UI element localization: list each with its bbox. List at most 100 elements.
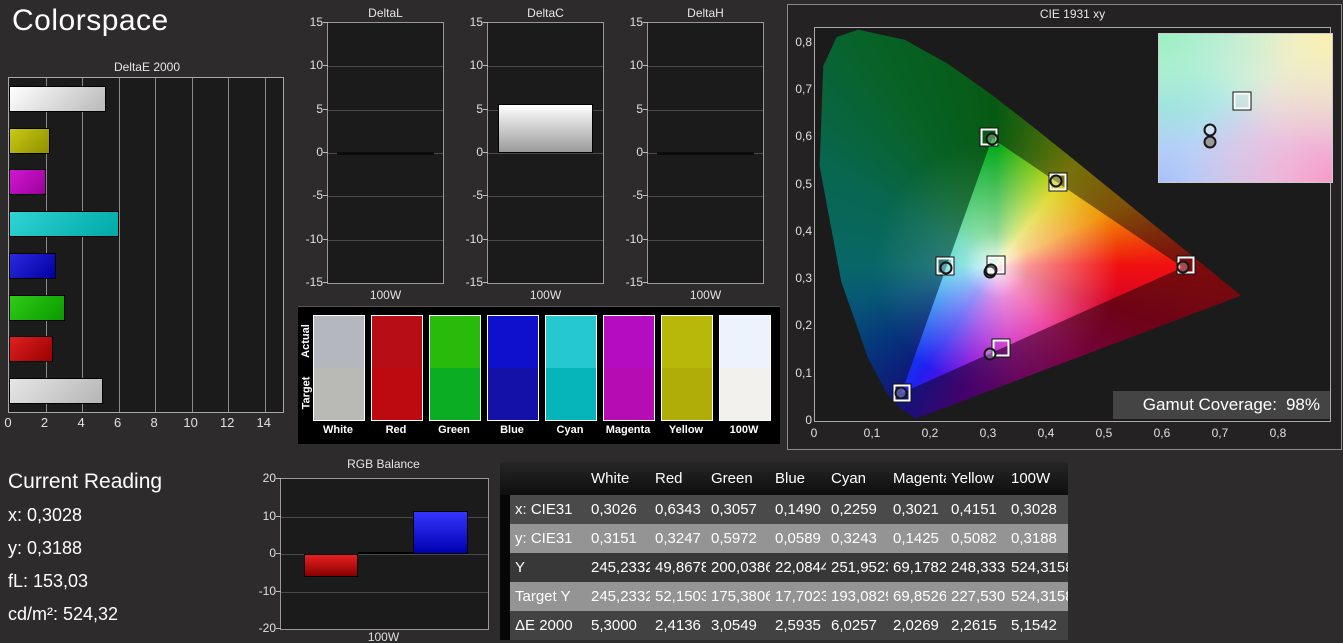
table-cell: 227,5309 xyxy=(946,582,1006,611)
cie-measured-marker-yellow xyxy=(1049,174,1062,187)
swatch-target-color xyxy=(314,368,364,420)
table-row-4: Target Y245,233252,1503175,380617,702319… xyxy=(500,582,1068,611)
table-cell: 5,1542 xyxy=(1006,611,1068,640)
small-chart-plot-area xyxy=(647,22,764,284)
swatch-column-label: 100W xyxy=(718,424,770,436)
deltae-gridline xyxy=(265,78,266,412)
swatch-target-color xyxy=(546,368,596,420)
small-chart-y-tick-label: -10 xyxy=(617,232,643,246)
table-header-cell: Yellow xyxy=(946,462,1006,495)
swatch-red xyxy=(371,315,423,421)
small-chart-title: DeltaH xyxy=(647,6,764,20)
swatch-actual-color xyxy=(314,316,364,368)
rgb-y-tick-label: -10 xyxy=(250,584,276,598)
cie-measured-marker-green xyxy=(986,132,999,145)
swatch-actual-color xyxy=(372,316,422,368)
table-cell: 0,1490 xyxy=(770,495,826,524)
current-reading-line-1: x: 0,3028 xyxy=(8,505,82,526)
table-header-cell: Green xyxy=(706,462,770,495)
rgb-balance-chart: RGB Balance 20100-10-20 100W xyxy=(250,455,500,643)
colorspace-screen: Colorspace DeltaE 2000 02468101214 Delta… xyxy=(0,0,1343,643)
table-row-label: x: CIE31 xyxy=(510,495,586,524)
small-chart-plot-area xyxy=(327,22,444,284)
table-row-label: Y xyxy=(510,553,586,582)
inset-measured-marker-2 xyxy=(1204,136,1217,149)
table-row-stripe xyxy=(500,582,510,611)
table-row-stripe xyxy=(500,611,510,640)
deltae-2000-chart: DeltaE 2000 02468101214 xyxy=(8,58,286,436)
rgb-y-tick xyxy=(276,553,281,554)
table-cell: 17,7023 xyxy=(770,582,826,611)
table-row-stripe xyxy=(500,524,510,553)
deltae-bar-magenta xyxy=(9,169,46,195)
cie-x-tick-label: 0,5 xyxy=(1096,426,1113,440)
cie-measured-marker-red xyxy=(1176,261,1189,274)
swatch-blue xyxy=(487,315,539,421)
table-cell: 52,1503 xyxy=(650,582,706,611)
rgb-bar-red xyxy=(304,554,358,577)
swatch-actual-color xyxy=(488,316,538,368)
small-chart-gridline xyxy=(488,196,603,197)
table-cell: 2,2615 xyxy=(946,611,1006,640)
cie-x-tick-label: 0,4 xyxy=(1038,426,1055,440)
small-chart-y-tick xyxy=(643,239,648,240)
cie-chart-title: CIE 1931 xy xyxy=(814,7,1331,21)
table-cell: 69,1782 xyxy=(888,553,946,582)
cie-y-tick-label: 0,3 xyxy=(788,271,812,285)
table-header-cell: Cyan xyxy=(826,462,888,495)
table-cell: 0,3247 xyxy=(650,524,706,553)
swatch-target-color xyxy=(430,368,480,420)
table-cell: 22,0844 xyxy=(770,553,826,582)
table-row-label: y: CIE31 xyxy=(510,524,586,553)
table-row-1: x: CIE310,30260,63430,30570,14900,22590,… xyxy=(500,495,1068,524)
cie-y-tick-label: 0,4 xyxy=(788,224,812,238)
deltae-gridline xyxy=(119,78,120,412)
small-chart-y-tick-label: -5 xyxy=(297,188,323,202)
swatch-row-label-target: Target xyxy=(298,367,314,419)
cie-y-tick-label: 0,8 xyxy=(788,35,812,49)
swatch-column-label: Blue xyxy=(486,424,538,436)
small-chart-y-tick xyxy=(483,152,488,153)
table-cell: 0,3028 xyxy=(1006,495,1068,524)
table-row-label: Target Y xyxy=(510,582,586,611)
cie-whitepoint-inset xyxy=(1158,33,1333,183)
rgb-balance-title: RGB Balance xyxy=(280,457,487,471)
small-chart-y-tick-label: 10 xyxy=(617,58,643,72)
deltae-bar-green xyxy=(9,295,65,321)
small-chart-y-tick-label: 15 xyxy=(297,15,323,29)
rgb-y-tick xyxy=(276,478,281,479)
small-chart-y-tick-label: -15 xyxy=(297,275,323,289)
deltae-gridline xyxy=(155,78,156,412)
swatch-green xyxy=(429,315,481,421)
small-chart-y-tick-label: 15 xyxy=(457,15,483,29)
deltae-gridline xyxy=(82,78,83,412)
inset-target-marker xyxy=(1234,92,1251,109)
cie-measured-marker-magenta xyxy=(984,347,997,360)
table-cell: 5,3000 xyxy=(586,611,650,640)
deltae-x-tick-label: 6 xyxy=(114,415,121,430)
table-cell: 200,0386 xyxy=(706,553,770,582)
small-chart-gridline xyxy=(648,196,763,197)
table-header-cell: Magenta xyxy=(888,462,946,495)
table-cell: 6,0257 xyxy=(826,611,888,640)
swatch-actual-color xyxy=(604,316,654,368)
table-header-row: WhiteRedGreenBlueCyanMagentaYellow100W xyxy=(500,462,1068,495)
cie-y-tick-label: 0,5 xyxy=(788,177,812,191)
deltal-chart: DeltaL151050-5-10-15100W xyxy=(297,4,457,304)
page-title: Colorspace xyxy=(12,4,169,38)
table-header-cell: Blue xyxy=(770,462,826,495)
current-reading-line-2: y: 0,3188 xyxy=(8,538,82,559)
small-chart-y-tick xyxy=(643,109,648,110)
table-cell: 69,8526 xyxy=(888,582,946,611)
small-chart-y-tick xyxy=(483,109,488,110)
table-cell: 251,9523 xyxy=(826,553,888,582)
table-cell: 0,3243 xyxy=(826,524,888,553)
actual-target-swatch-panel: ActualTargetWhiteRedGreenBlueCyanMagenta… xyxy=(298,306,780,444)
small-chart-y-tick xyxy=(483,282,488,283)
small-chart-y-tick-label: -5 xyxy=(457,188,483,202)
small-chart-gridline xyxy=(488,153,603,154)
small-chart-gridline xyxy=(648,66,763,67)
rgb-balance-plot-area xyxy=(280,478,489,630)
rgb-y-tick-label: 20 xyxy=(250,471,276,485)
cie-x-tick-label: 0 xyxy=(811,426,818,440)
